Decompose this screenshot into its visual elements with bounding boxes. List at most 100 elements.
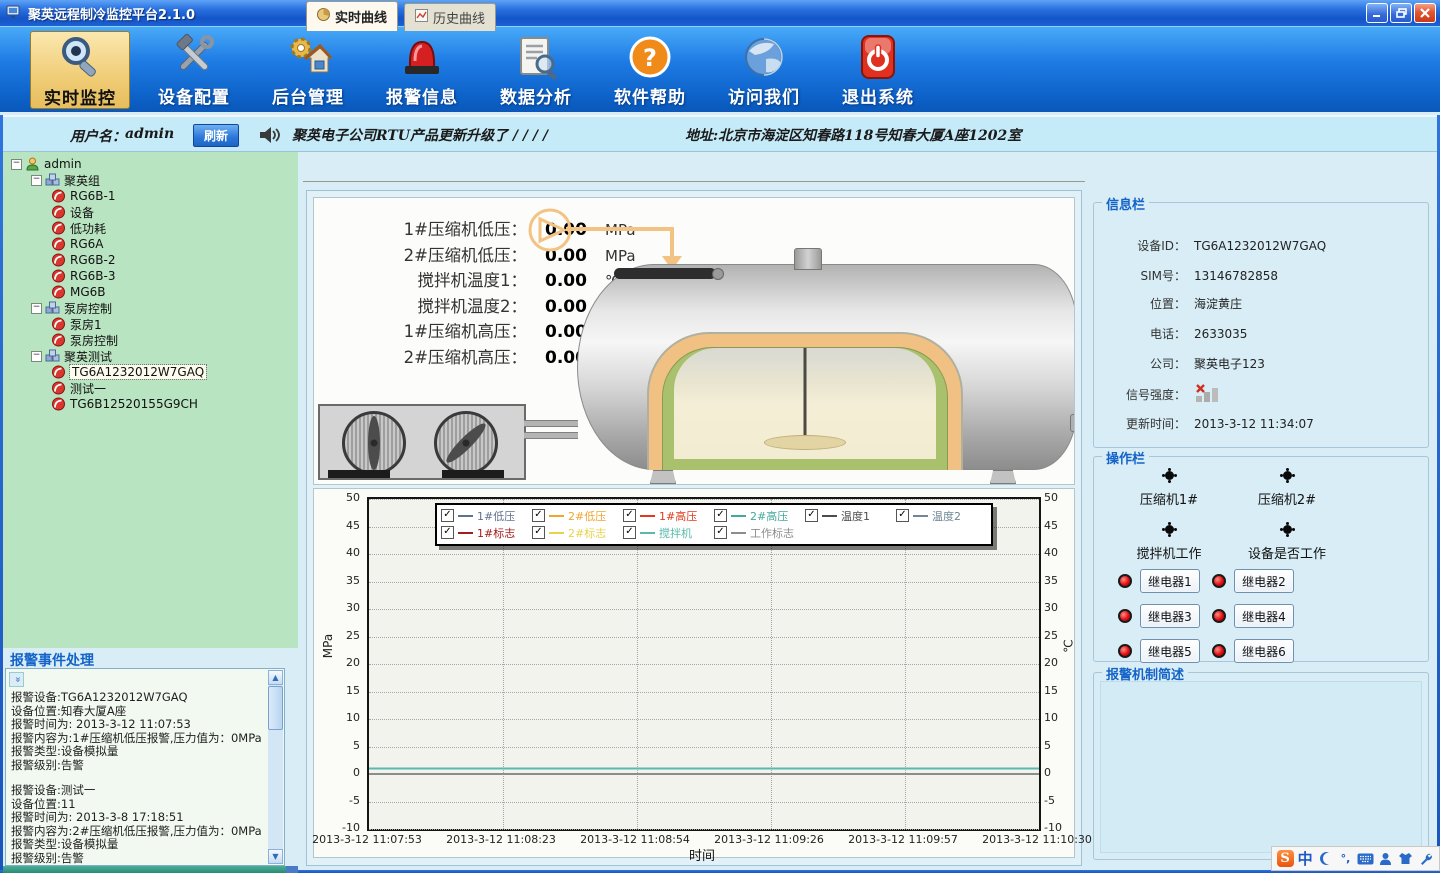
tree-item-label: admin — [44, 157, 82, 171]
legend-checkbox[interactable]: ✓ — [623, 526, 636, 539]
tree-item-12[interactable]: − 聚英测试 — [3, 348, 298, 364]
toolbar-button-report[interactable]: 数据分析 — [486, 31, 586, 109]
toolbar-button-label: 退出系统 — [842, 83, 914, 108]
tree-item-7[interactable]: RG6B-3 — [3, 268, 298, 284]
legend-checkbox[interactable]: ✓ — [441, 526, 454, 539]
relay-button-4[interactable]: 继电器4 — [1234, 604, 1294, 628]
legend-checkbox[interactable]: ✓ — [714, 509, 727, 522]
wrench-icon[interactable] — [1417, 850, 1435, 868]
alarm-line: 报警类型:设备模拟量 — [11, 745, 266, 759]
tree-item-6[interactable]: RG6B-2 — [3, 252, 298, 268]
tree-item-8[interactable]: MG6B — [3, 284, 298, 300]
legend-checkbox[interactable]: ✓ — [805, 509, 818, 522]
toolbar-button-power[interactable]: 退出系统 — [828, 31, 928, 109]
toolbar-button-gear-house[interactable]: 后台管理 — [258, 31, 358, 109]
info-row-2: 位置： 海淀黄庄 — [1094, 295, 1428, 312]
scroll-down-arrow[interactable]: ▼ — [268, 849, 283, 864]
tree-item-14[interactable]: 测试一 — [3, 380, 298, 396]
alarm-text: 报警设备:TG6A1232012W7GAQ设备位置:知春大厦A座报警时间为: 2… — [11, 691, 266, 866]
collapse-icon[interactable]: » — [9, 672, 24, 687]
tank-leg — [990, 470, 1016, 484]
condenser-foot — [442, 470, 504, 478]
legend-entry-1#高压: ✓1#高压 — [623, 508, 714, 524]
tree-item-10[interactable]: 泵房1 — [3, 316, 298, 332]
chinese-mode-icon[interactable]: 中 — [1296, 850, 1314, 868]
sogou-logo-icon[interactable]: S — [1276, 850, 1294, 868]
tree-item-3[interactable]: 设备 — [3, 204, 298, 220]
tab-realtime-curve[interactable]: 实时曲线 — [306, 1, 398, 31]
relay-button-2[interactable]: 继电器2 — [1234, 569, 1294, 593]
tree-item-11[interactable]: 泵房控制 — [3, 332, 298, 348]
legend-checkbox[interactable]: ✓ — [714, 526, 727, 539]
refresh-button[interactable]: 刷新 — [193, 124, 239, 147]
user-icon[interactable] — [1377, 850, 1395, 868]
y-axis-tick-label: 5 — [326, 739, 360, 752]
relay-button-6[interactable]: 继电器6 — [1234, 639, 1294, 663]
relay-button-5[interactable]: 继电器5 — [1140, 639, 1200, 663]
tree-item-13[interactable]: TG6A1232012W7GAQ — [3, 364, 298, 380]
scroll-up-arrow[interactable]: ▲ — [268, 670, 283, 685]
tab-history-curve[interactable]: 历史曲线 — [404, 3, 496, 31]
alarm-scrollbar[interactable]: ▲ ▼ — [268, 670, 283, 864]
collapse-toggle-icon[interactable]: − — [31, 175, 42, 186]
relay-button-3[interactable]: 继电器3 — [1140, 604, 1200, 628]
alarm-entry-1: 报警设备:测试一设备位置:11报警时间为: 2013-3-8 17:18:51报… — [11, 784, 266, 865]
legend-checkbox[interactable]: ✓ — [623, 509, 636, 522]
info-label: 更新时间： — [1094, 415, 1186, 432]
skin-icon[interactable] — [1397, 850, 1415, 868]
punctuation-icon[interactable]: °, — [1336, 850, 1354, 868]
tree-item-label: RG6B-1 — [70, 189, 115, 203]
collapse-toggle-icon[interactable]: − — [31, 303, 42, 314]
toolbar-button-tools[interactable]: 设备配置 — [144, 31, 244, 109]
indicator-label: 压缩机2# — [1222, 489, 1352, 508]
legend-entry-搅拌机: ✓搅拌机 — [623, 525, 714, 541]
tree-item-5[interactable]: RG6A — [3, 236, 298, 252]
toolbar-button-siren[interactable]: 报警信息 — [372, 31, 472, 109]
close-button[interactable] — [1414, 3, 1436, 23]
toolbar-button-globe[interactable]: 访问我们 — [714, 31, 814, 109]
measurement-label: 1#压缩机低压： — [322, 216, 527, 240]
legend-entry-2#低压: ✓2#低压 — [532, 508, 623, 524]
info-label: 公司： — [1094, 355, 1186, 372]
tank-hatch-knob — [712, 268, 724, 280]
minimize-button[interactable] — [1366, 3, 1388, 23]
tree-item-0[interactable]: − admin — [3, 156, 298, 172]
legend-checkbox[interactable]: ✓ — [441, 509, 454, 522]
moon-icon[interactable] — [1316, 850, 1334, 868]
ime-toolbar: S 中 °, — [1271, 846, 1440, 871]
tree-item-2[interactable]: RG6B-1 — [3, 188, 298, 204]
relay-button-1[interactable]: 继电器1 — [1140, 569, 1200, 593]
chart-plot-area[interactable]: ✓1#低压✓2#低压✓1#高压✓2#高压✓温度1✓温度2✓1#标志✓2#标志✓搅… — [367, 497, 1041, 831]
legend-checkbox[interactable]: ✓ — [532, 509, 545, 522]
collapse-toggle-icon[interactable]: − — [31, 351, 42, 362]
info-value: 海淀黄庄 — [1194, 295, 1242, 312]
tree-item-label: RG6A — [70, 237, 103, 251]
user-icon — [25, 157, 40, 171]
marquee-text: 聚英电子公司RTU产品更新升级了 / / / / — [292, 125, 548, 145]
legend-label: 2#标志 — [568, 525, 606, 541]
tree-item-label: 聚英测试 — [64, 348, 112, 365]
tree-item-4[interactable]: 低功耗 — [3, 220, 298, 236]
soft-keyboard-icon[interactable] — [1357, 850, 1375, 868]
legend-checkbox[interactable]: ✓ — [532, 526, 545, 539]
toolbar-button-help[interactable]: ?软件帮助 — [600, 31, 700, 109]
legend-swatch — [549, 515, 564, 517]
tree-item-15[interactable]: TG6B12520155G9CH — [3, 396, 298, 412]
collapse-toggle-icon[interactable]: − — [11, 159, 22, 170]
tree-item-9[interactable]: −泵房控制 — [3, 300, 298, 316]
tree-item-1[interactable]: −聚英组 — [3, 172, 298, 188]
toolbar-button-magnifier[interactable]: 实时监控 — [30, 31, 130, 109]
tree-item-label: TG6B12520155G9CH — [70, 397, 198, 411]
tank-outlet-stub — [1070, 414, 1075, 432]
gear-house-icon — [284, 33, 332, 81]
y-axis-tick-label: 10 — [326, 711, 360, 724]
info-label: 位置： — [1094, 295, 1186, 312]
measurement-label: 1#压缩机高压： — [322, 318, 527, 342]
info-value: 13146782858 — [1194, 269, 1278, 283]
info-value: 2633035 — [1194, 327, 1247, 341]
scroll-thumb[interactable] — [268, 686, 283, 730]
legend-label: 2#高压 — [750, 508, 788, 524]
legend-checkbox[interactable]: ✓ — [896, 509, 909, 522]
tools-icon — [170, 33, 218, 81]
restore-button[interactable] — [1390, 3, 1412, 23]
